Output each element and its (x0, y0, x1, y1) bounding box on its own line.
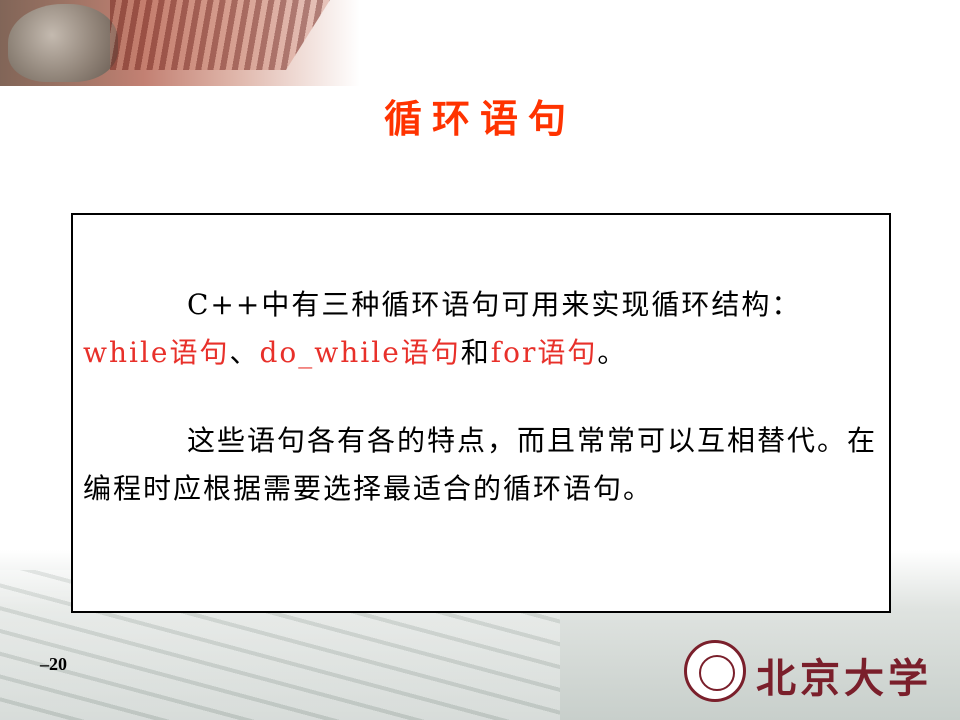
stone-lion-image (8, 4, 118, 82)
pku-logo-text: 北京大学 (756, 655, 932, 702)
slide-title: 循环语句 (383, 97, 576, 141)
page-number: –20 (40, 654, 67, 674)
paragraph1-intro: C++中有三种循环语句可用来实现循环结构： (187, 288, 802, 321)
keyword-while: while语句 (83, 336, 230, 369)
keyword-for: for语句 (490, 336, 598, 369)
paragraph-loop-types: C++中有三种循环语句可用来实现循环结构： while语句、do_while语句和… (83, 281, 879, 377)
pku-seal-logo (684, 640, 746, 702)
separator-2: 和 (460, 336, 491, 369)
paragraph1-end: 。 (597, 336, 628, 369)
keyword-do-while: do_while语句 (259, 336, 461, 369)
separator-1: 、 (229, 336, 260, 369)
content-box: C++中有三种循环语句可用来实现循环结构： while语句、do_while语句和… (71, 213, 891, 613)
paragraph-loop-notes: 这些语句各有各的特点，而且常常可以互相替代。在编程时应根据需要选择最适合的循环语… (83, 424, 878, 505)
